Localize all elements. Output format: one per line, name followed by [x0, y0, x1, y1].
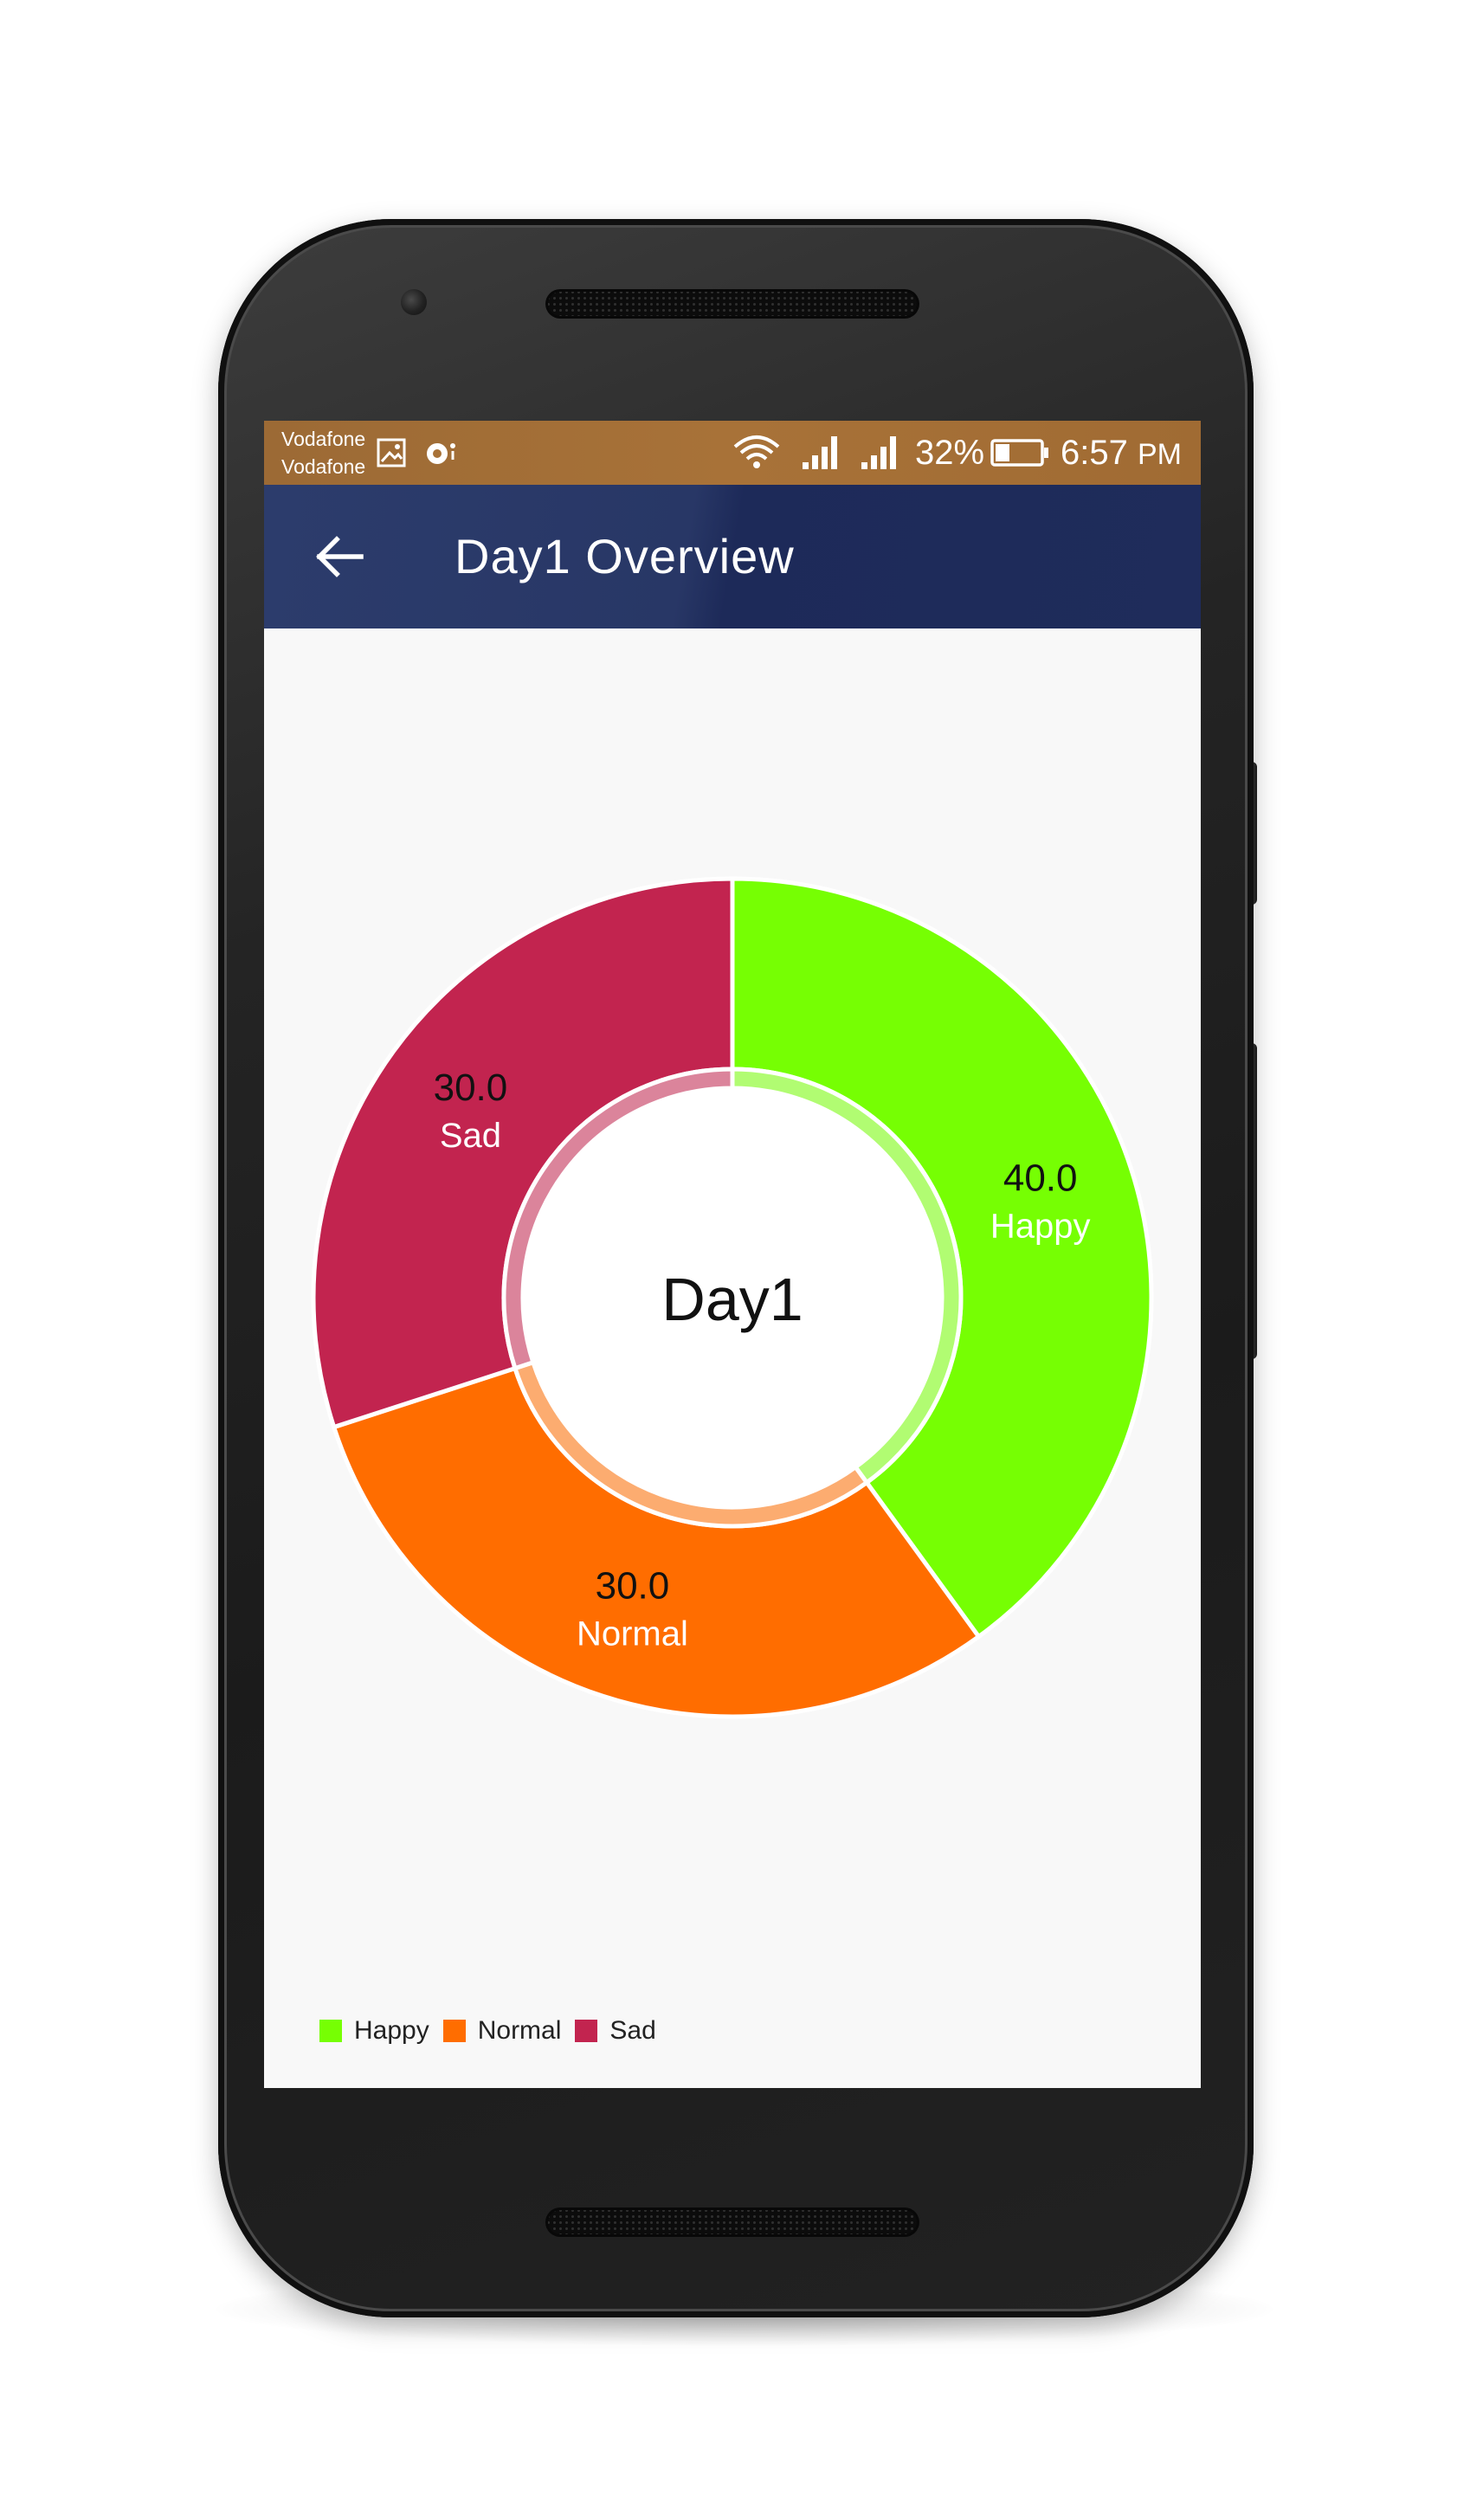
legend-swatch-sad — [575, 2020, 598, 2042]
legend-item-normal: Normal — [442, 2016, 562, 2046]
top-speaker-grille — [545, 289, 919, 319]
phone-screen: Vodafone Vodafone 32% 6:57 PM Day1 Overv… — [264, 421, 1201, 2088]
legend-label-normal: Normal — [477, 2016, 562, 2045]
back-button[interactable] — [309, 526, 370, 587]
page-title: Day1 Overview — [455, 529, 795, 583]
legend-item-sad: Sad — [575, 2016, 656, 2046]
donut-chart[interactable]: Day1 40.0 Happy 30.0 Normal 30.0 Sad — [264, 628, 1201, 1979]
legend-label-sad: Sad — [609, 2016, 656, 2045]
category-label-happy: Happy — [990, 1207, 1091, 1245]
category-label-sad: Sad — [440, 1117, 501, 1155]
carrier-1-label: Vodafone — [281, 428, 366, 450]
status-bar: Vodafone Vodafone 32% 6:57 PM — [264, 421, 1201, 485]
arrow-left-icon — [316, 536, 364, 577]
chart-legend: Happy Normal Sad — [319, 2014, 670, 2048]
value-label-sad: 30.0 — [434, 1067, 508, 1109]
chart-area: Day1 40.0 Happy 30.0 Normal 30.0 Sad Happy Nor… — [264, 628, 1201, 2088]
battery-icon — [990, 431, 1050, 474]
legend-label-happy: Happy — [354, 2016, 429, 2045]
clock-ampm: PM — [1137, 438, 1182, 471]
device-mockup-scene: Vodafone Vodafone 32% 6:57 PM Day1 Overv… — [0, 0, 1470, 2520]
legend-item-happy: Happy — [319, 2016, 429, 2046]
signal-2-icon — [858, 431, 903, 474]
notification-icon — [422, 431, 460, 474]
legend-swatch-happy — [319, 2020, 342, 2042]
bottom-speaker-grille — [545, 2207, 919, 2237]
app-bar: Day1 Overview — [264, 485, 1201, 628]
center-label: Day1 — [661, 1266, 803, 1333]
value-label-normal: 30.0 — [596, 1565, 670, 1608]
front-camera — [401, 289, 427, 315]
carrier-2-label: Vodafone — [281, 455, 366, 478]
value-label-happy: 40.0 — [1003, 1157, 1078, 1199]
category-label-normal: Normal — [577, 1615, 688, 1653]
clock: 6:57 PM — [1061, 431, 1182, 474]
clock-time: 6:57 — [1061, 434, 1128, 472]
signal-1-icon — [799, 431, 844, 474]
legend-swatch-normal — [442, 2020, 466, 2042]
battery-percent: 32% — [915, 434, 985, 472]
gallery-icon — [375, 431, 409, 474]
wifi-icon — [732, 431, 782, 474]
